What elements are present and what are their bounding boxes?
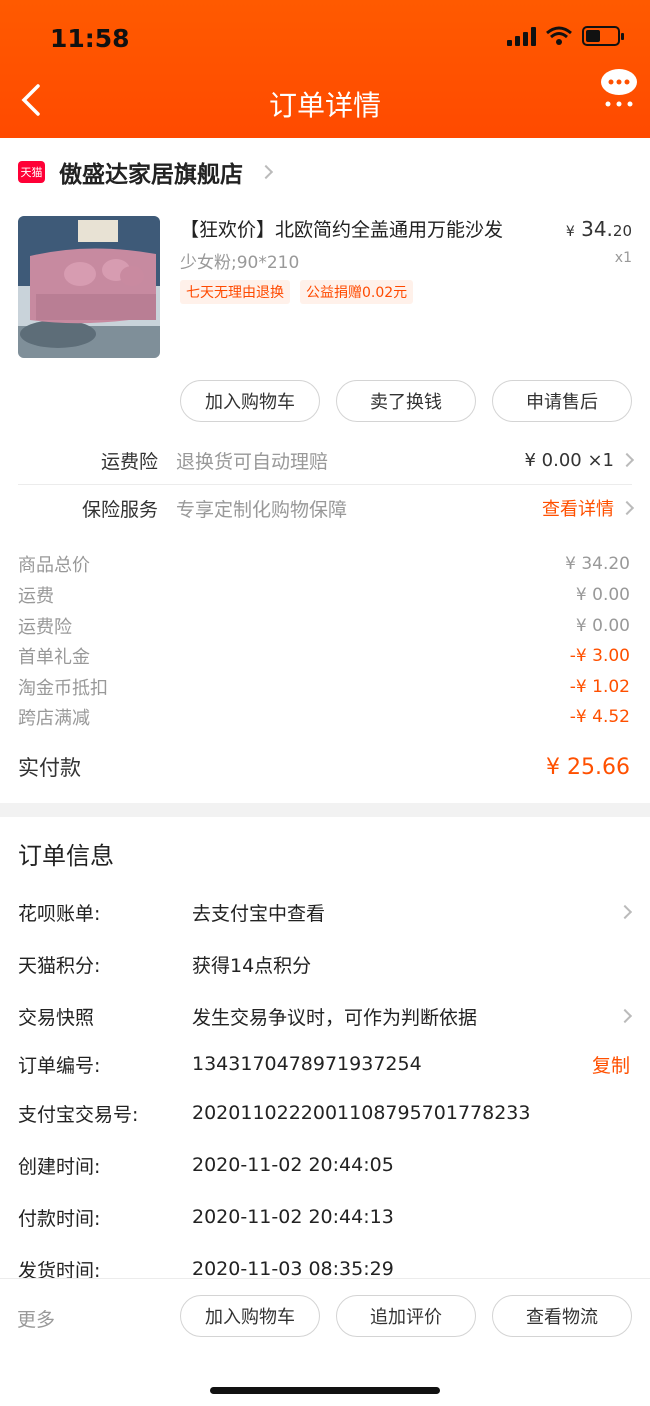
bottom-buttons: 加入购物车 追加评价 查看物流 bbox=[180, 1295, 632, 1337]
shipping-insurance-row[interactable]: 运费险 退换货可自动理赔 ¥ 0.00 ×1 bbox=[18, 436, 635, 484]
cost-row: 首单礼金 -¥ 3.00 bbox=[18, 646, 630, 668]
tag-return-policy: 七天无理由退换 bbox=[180, 280, 290, 304]
chevron-right-icon bbox=[617, 904, 633, 920]
cost-row: 商品总价 ¥ 34.20 bbox=[18, 554, 630, 576]
chat-button[interactable] bbox=[600, 68, 638, 110]
order-info-title: 订单信息 bbox=[18, 842, 114, 870]
product-tags: 七天无理由退换 公益捐赠0.02元 bbox=[180, 280, 414, 304]
service-desc: 专享定制化购物保障 bbox=[176, 498, 348, 521]
tmall-logo: 天猫 bbox=[18, 161, 45, 183]
wifi-icon bbox=[546, 26, 572, 45]
add-review-button[interactable]: 追加评价 bbox=[336, 1295, 476, 1337]
home-indicator[interactable] bbox=[210, 1387, 440, 1394]
service-label: 保险服务 bbox=[81, 498, 158, 521]
item-actions: 加入购物车 卖了换钱 申请售后 bbox=[180, 380, 632, 422]
chevron-right-icon bbox=[619, 452, 635, 468]
battery-icon bbox=[582, 26, 624, 46]
after-sales-button[interactable]: 申请售后 bbox=[492, 380, 632, 422]
order-number: 1343170478971937254 bbox=[192, 1053, 422, 1075]
total-label: 实付款 bbox=[18, 756, 81, 780]
product-image[interactable] bbox=[18, 216, 160, 358]
huabei-bill-row[interactable]: 花呗账单: 去支付宝中查看 bbox=[18, 897, 633, 927]
product-price: ¥ 34.20 bbox=[565, 217, 632, 241]
tmall-points-row: 天猫积分: 获得14点积分 bbox=[18, 954, 312, 977]
view-details-link[interactable]: 查看详情 bbox=[542, 495, 635, 521]
insurance-service-row[interactable]: 保险服务 专享定制化购物保障 查看详情 bbox=[18, 484, 635, 532]
service-label: 运费险 bbox=[100, 450, 158, 473]
product-sku: 少女粉;90*210 bbox=[180, 253, 300, 273]
bottom-action-bar: 更多 加入购物车 追加评价 查看物流 bbox=[0, 1278, 650, 1406]
view-logistics-button[interactable]: 查看物流 bbox=[492, 1295, 632, 1337]
alipay-trade-row: 支付宝交易号: 2020110222001108795701778233 bbox=[18, 1102, 531, 1126]
header-bar: 11:58 订单详情 bbox=[0, 0, 650, 138]
shop-name: 傲盛达家居旗舰店 bbox=[59, 162, 243, 188]
add-to-cart-button[interactable]: 加入购物车 bbox=[180, 380, 320, 422]
product-title[interactable]: 【狂欢价】北欧简约全盖通用万能沙发 bbox=[180, 215, 540, 242]
paid-time-row: 付款时间: 2020-11-02 20:44:13 bbox=[18, 1206, 394, 1230]
more-button[interactable]: 更多 bbox=[17, 1305, 55, 1332]
cost-row: 淘金币抵扣 -¥ 1.02 bbox=[18, 677, 630, 699]
created-time-row: 创建时间: 2020-11-02 20:44:05 bbox=[18, 1154, 394, 1178]
chevron-right-icon bbox=[617, 1008, 633, 1024]
shop-row[interactable]: 天猫 傲盛达家居旗舰店 bbox=[18, 155, 274, 189]
service-value: ¥ 0.00 ×1 bbox=[524, 450, 635, 471]
cost-row: 运费 ¥ 0.00 bbox=[18, 585, 630, 607]
signal-icon bbox=[507, 26, 536, 46]
status-time: 11:58 bbox=[50, 24, 130, 53]
cost-row: 运费险 ¥ 0.00 bbox=[18, 616, 630, 638]
product-quantity: x1 bbox=[614, 250, 632, 266]
add-to-cart-button[interactable]: 加入购物车 bbox=[180, 1295, 320, 1337]
order-number-row: 订单编号: 1343170478971937254 复制 bbox=[18, 1049, 630, 1079]
cost-row: 跨店满减 -¥ 4.52 bbox=[18, 707, 630, 729]
page-title: 订单详情 bbox=[268, 89, 381, 122]
status-icons bbox=[507, 26, 624, 46]
chat-bubble-icon bbox=[601, 69, 637, 107]
total-value: ¥ 25.66 bbox=[546, 754, 630, 780]
tag-charity: 公益捐赠0.02元 bbox=[300, 280, 414, 304]
chevron-right-icon bbox=[619, 500, 635, 516]
section-separator bbox=[0, 803, 650, 817]
service-desc: 退换货可自动理赔 bbox=[176, 450, 329, 473]
total-paid-row: 实付款 ¥ 25.66 bbox=[18, 750, 630, 784]
copy-button[interactable]: 复制 bbox=[592, 1051, 630, 1078]
chevron-right-icon bbox=[258, 164, 274, 180]
resell-button[interactable]: 卖了换钱 bbox=[336, 380, 476, 422]
trade-snapshot-row[interactable]: 交易快照 发生交易争议时，可作为判断依据 bbox=[18, 1001, 633, 1031]
